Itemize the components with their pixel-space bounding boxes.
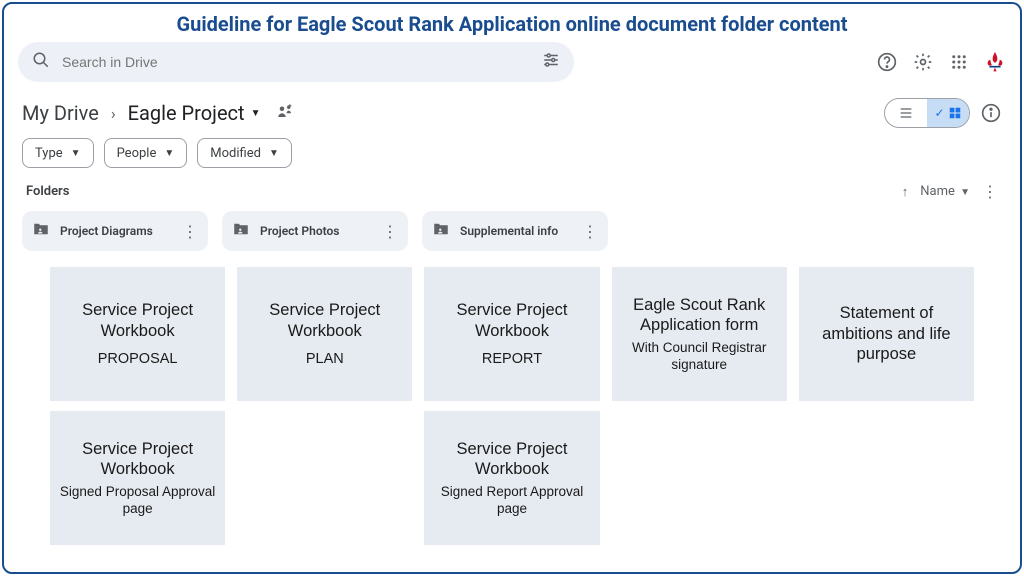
file-subtitle: REPORT <box>482 350 542 368</box>
file-title: Service Project Workbook <box>430 439 593 480</box>
gear-icon[interactable] <box>912 51 934 73</box>
filter-type[interactable]: Type ▼ <box>22 138 94 168</box>
folder-more-icon[interactable]: ⋮ <box>582 222 598 241</box>
filter-type-label: Type <box>35 146 63 161</box>
file-card[interactable]: Service Project Workbook PLAN <box>237 267 412 401</box>
caret-down-icon: ▼ <box>71 148 81 159</box>
folder-chip[interactable]: Project Diagrams ⋮ <box>22 211 208 251</box>
file-card[interactable]: Service Project Workbook PROPOSAL <box>50 267 225 401</box>
sort-direction-icon[interactable]: ↑ <box>902 184 909 200</box>
file-card[interactable]: Service Project Workbook Signed Report A… <box>424 411 599 545</box>
filter-people-label: People <box>117 146 157 161</box>
more-options-icon[interactable]: ⋮ <box>982 182 998 201</box>
shared-folder-icon <box>232 220 250 242</box>
file-card[interactable]: Service Project Workbook Signed Proposal… <box>50 411 225 545</box>
caret-down-icon: ▼ <box>251 108 261 119</box>
file-subtitle: Signed Report Approval page <box>430 484 593 518</box>
folder-more-icon[interactable]: ⋮ <box>182 222 198 241</box>
filter-people[interactable]: People ▼ <box>104 138 188 168</box>
sort-field-label: Name <box>920 184 955 199</box>
fleur-de-lis-icon[interactable] <box>984 51 1006 73</box>
folder-more-icon[interactable]: ⋮ <box>382 222 398 241</box>
file-subtitle: With Council Registrar signature <box>618 340 781 374</box>
sort-field[interactable]: Name ▼ <box>920 184 970 199</box>
tune-icon[interactable] <box>542 51 560 73</box>
file-title: Eagle Scout Rank Application form <box>618 295 781 336</box>
file-subtitle: Signed Proposal Approval page <box>56 484 219 518</box>
caret-down-icon: ▼ <box>269 148 279 159</box>
file-title: Service Project Workbook <box>56 439 219 480</box>
file-card[interactable]: Service Project Workbook REPORT <box>424 267 599 401</box>
file-card[interactable]: Statement of ambitions and life purpose <box>799 267 974 401</box>
breadcrumb-current-label: Eagle Project <box>128 101 245 125</box>
search-input[interactable] <box>62 54 530 70</box>
empty-cell <box>799 411 974 545</box>
folder-name: Project Diagrams <box>60 224 172 238</box>
folders-section-label: Folders <box>26 184 69 199</box>
filter-modified-label: Modified <box>210 146 261 161</box>
grid-view-button[interactable]: ✓ <box>927 99 969 127</box>
file-subtitle: PROPOSAL <box>98 350 178 368</box>
folder-chip[interactable]: Project Photos ⋮ <box>222 211 408 251</box>
empty-cell <box>612 411 787 545</box>
share-icon[interactable] <box>276 102 294 124</box>
breadcrumb: My Drive › Eagle Project ▼ ✓ <box>4 82 1020 138</box>
shared-folder-icon <box>432 220 450 242</box>
help-icon[interactable] <box>876 51 898 73</box>
file-title: Service Project Workbook <box>243 300 406 341</box>
apps-icon[interactable] <box>948 51 970 73</box>
info-icon[interactable] <box>980 102 1002 124</box>
filter-modified[interactable]: Modified ▼ <box>197 138 292 168</box>
folder-chip[interactable]: Supplemental info ⋮ <box>422 211 608 251</box>
chevron-right-icon: › <box>109 104 118 123</box>
check-icon: ✓ <box>934 106 944 120</box>
file-title: Service Project Workbook <box>56 300 219 341</box>
folder-name: Project Photos <box>260 224 372 238</box>
caret-down-icon: ▼ <box>164 148 174 159</box>
list-view-button[interactable] <box>885 99 927 127</box>
breadcrumb-root[interactable]: My Drive <box>22 101 99 125</box>
empty-cell <box>237 411 412 545</box>
shared-folder-icon <box>32 220 50 242</box>
page-title: Guideline for Eagle Scout Rank Applicati… <box>4 4 1020 42</box>
caret-down-icon: ▼ <box>960 187 970 198</box>
search-bar[interactable] <box>18 42 574 82</box>
file-card[interactable]: Eagle Scout Rank Application form With C… <box>612 267 787 401</box>
file-subtitle: PLAN <box>306 350 344 368</box>
search-icon <box>32 51 50 74</box>
file-title: Statement of ambitions and life purpose <box>805 303 968 365</box>
breadcrumb-current[interactable]: Eagle Project ▼ <box>128 101 261 125</box>
file-title: Service Project Workbook <box>430 300 593 341</box>
folder-name: Supplemental info <box>460 224 572 238</box>
view-toggle: ✓ <box>884 98 970 128</box>
